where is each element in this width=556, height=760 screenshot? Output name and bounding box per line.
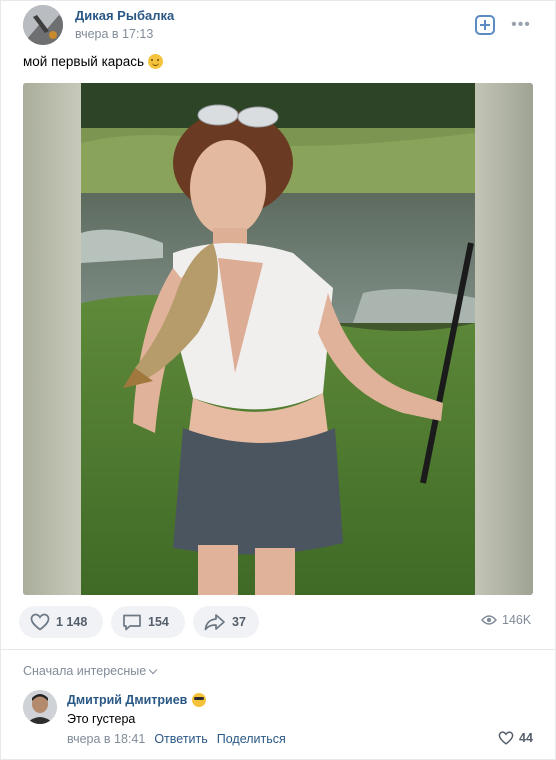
- share-arrow-icon: [204, 614, 225, 631]
- post-time[interactable]: вчера в 17:13: [75, 27, 153, 41]
- share-comment-link[interactable]: Поделиться: [217, 732, 286, 746]
- comment-meta: вчера в 18:41 Ответить Поделиться: [67, 732, 286, 746]
- sort-label: Сначала интересные: [23, 664, 147, 678]
- heart-icon: [30, 613, 50, 631]
- comment-icon: [123, 614, 141, 631]
- smiling-face-icon: [148, 54, 164, 69]
- comment-like-button[interactable]: 44: [498, 731, 533, 745]
- comment-sort-dropdown[interactable]: Сначала интересные: [23, 664, 158, 678]
- comment-text: Это густера: [67, 712, 136, 726]
- comment-button[interactable]: 154: [111, 606, 185, 638]
- more-options-icon[interactable]: •••: [509, 15, 533, 35]
- post-author[interactable]: Дикая Рыбалка: [75, 8, 174, 23]
- views-count: 146K: [502, 613, 532, 627]
- post-photo[interactable]: [23, 83, 533, 595]
- like-button[interactable]: 1 148: [19, 606, 103, 638]
- share-count: 37: [232, 615, 246, 629]
- heart-icon: [498, 731, 514, 745]
- eye-icon: [481, 615, 497, 625]
- post-text-container: мой первый карась: [23, 54, 164, 69]
- views-counter: 146K: [481, 613, 531, 627]
- add-icon[interactable]: [475, 15, 495, 35]
- commenter-avatar[interactable]: [23, 690, 57, 724]
- commenter-name[interactable]: Дмитрий Дмитриев: [67, 693, 207, 707]
- sunglasses-icon: [192, 693, 207, 707]
- chevron-down-icon: [148, 665, 158, 674]
- divider: [1, 649, 556, 650]
- post-card: Дикая Рыбалка вчера в 17:13 ••• мой перв…: [0, 0, 556, 760]
- community-avatar[interactable]: [23, 5, 63, 45]
- share-button[interactable]: 37: [193, 606, 259, 638]
- comment-time[interactable]: вчера в 18:41: [67, 732, 145, 746]
- reply-link[interactable]: Ответить: [154, 732, 207, 746]
- post-text: мой первый карась: [23, 54, 145, 69]
- comment-count: 154: [148, 615, 169, 629]
- commenter-name-text: Дмитрий Дмитриев: [67, 693, 188, 707]
- like-count: 1 148: [56, 615, 88, 629]
- comment-like-count: 44: [519, 731, 533, 745]
